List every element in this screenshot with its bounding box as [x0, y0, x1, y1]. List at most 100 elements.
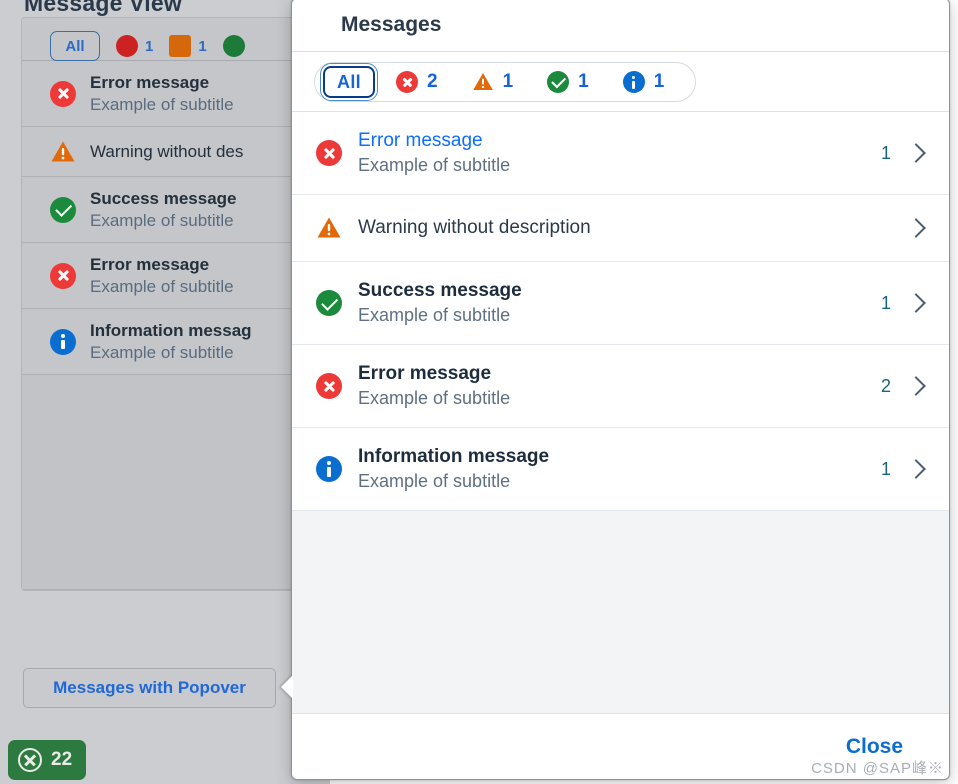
background-filter-success[interactable]: [222, 35, 245, 57]
chevron-right-icon[interactable]: [906, 218, 926, 238]
error-icon: [50, 262, 76, 289]
error-icon: [316, 373, 342, 399]
warning-icon: [472, 71, 494, 93]
background-list-item-title: Error message: [90, 254, 210, 274]
chevron-right-icon[interactable]: [906, 376, 926, 396]
message-list-scroll-area[interactable]: Error message Example of subtitle 1 Warn…: [292, 112, 949, 713]
row-icon-wrap: [316, 290, 358, 316]
message-count: 2: [880, 375, 891, 396]
close-circle-icon: [18, 748, 42, 772]
background-message-view-panel: All 1 1 Error message Example of subtitl…: [21, 17, 316, 591]
message-title[interactable]: Information message: [358, 446, 879, 468]
error-icon: [116, 35, 138, 57]
background-empty-area: [22, 375, 315, 590]
background-list-item-subtitle: Example of subtitle: [90, 276, 234, 296]
message-count: 1: [880, 142, 891, 163]
background-filter-warning-count: 1: [198, 37, 207, 55]
message-count: 1: [880, 292, 891, 313]
warning-icon: [316, 215, 342, 241]
success-icon: [316, 290, 342, 316]
background-list-item-subtitle: Example of subtitle: [90, 342, 234, 362]
popover-header: Messages: [292, 0, 949, 52]
row-texts: Information message Example of subtitle: [358, 446, 879, 492]
background-filter-bar: All 1 1: [22, 18, 315, 61]
background-page: Message View All 1 1 Error message Examp…: [0, 0, 330, 784]
background-list-item-subtitle: Example of subtitle: [90, 210, 234, 230]
chevron-right-icon[interactable]: [906, 143, 926, 163]
message-subtitle: Example of subtitle: [358, 305, 511, 325]
row-icon-wrap: [316, 140, 358, 166]
filter-warning-count: 1: [502, 71, 514, 92]
filter-success-button[interactable]: 1: [530, 63, 606, 101]
warning-icon: [169, 35, 192, 57]
info-icon: [50, 328, 76, 355]
message-title[interactable]: Success message: [358, 280, 879, 302]
row-icon-wrap: [316, 373, 358, 399]
background-list-item[interactable]: Success message Example of subtitle: [22, 177, 315, 243]
row-icon-wrap: [316, 215, 358, 241]
popover-beak-icon: [281, 675, 293, 699]
filter-error-count: 2: [427, 71, 438, 92]
popover-title: Messages: [341, 13, 442, 36]
background-list-item[interactable]: Error message Example of subtitle: [22, 243, 315, 309]
background-list-item-title: Warning without des: [90, 141, 244, 161]
message-list: Error message Example of subtitle 1 Warn…: [292, 112, 949, 511]
message-count: 1: [880, 458, 891, 479]
filter-info-button[interactable]: 1: [605, 63, 682, 101]
success-icon: [222, 35, 245, 57]
error-icon: [50, 80, 76, 107]
row-texts: Error message Example of subtitle: [358, 363, 879, 409]
background-page-title: Message View: [24, 0, 182, 16]
row-texts: Success message Example of subtitle: [358, 280, 879, 326]
info-icon: [622, 71, 645, 93]
popover-filter-zone: All 2 1 1 1: [292, 52, 949, 112]
info-icon: [316, 456, 342, 482]
filter-success-count: 1: [578, 71, 589, 92]
error-icon: [316, 140, 342, 166]
filter-info-count: 1: [653, 71, 665, 92]
table-row[interactable]: Warning without description: [292, 195, 949, 262]
filter-error-button[interactable]: 2: [379, 63, 455, 101]
status-badge[interactable]: 22: [8, 740, 87, 780]
message-title[interactable]: Error message: [358, 363, 879, 385]
messages-with-popover-button[interactable]: Messages with Popover: [23, 668, 276, 708]
message-subtitle: Example of subtitle: [358, 155, 511, 175]
message-title[interactable]: Warning without description: [358, 217, 879, 239]
success-icon: [50, 196, 76, 223]
background-list-item-title: Information messag: [90, 320, 252, 340]
background-message-list: Error message Example of subtitle Warnin…: [22, 61, 315, 590]
table-row[interactable]: Information message Example of subtitle …: [292, 428, 949, 511]
message-list-empty-space: [292, 511, 949, 713]
background-filter-error[interactable]: 1: [116, 35, 153, 57]
watermark: CSDN @SAP峰※: [811, 760, 944, 777]
background-filter-error-count: 1: [145, 37, 154, 55]
message-subtitle: Example of subtitle: [358, 471, 511, 491]
filter-all-label: All: [337, 71, 361, 92]
message-subtitle: Example of subtitle: [358, 388, 511, 408]
background-list-item-title: Success message: [90, 188, 237, 208]
row-texts: Warning without description: [358, 217, 879, 239]
app-screenshot: Message View All 1 1 Error message Examp…: [0, 0, 958, 784]
table-row[interactable]: Error message Example of subtitle 2: [292, 345, 949, 428]
row-icon-wrap: [316, 456, 358, 482]
success-icon: [547, 71, 570, 93]
table-row[interactable]: Success message Example of subtitle 1: [292, 262, 949, 345]
error-icon: [396, 71, 418, 93]
background-list-item-title: Error message: [90, 72, 210, 92]
background-list-item[interactable]: Information messag Example of subtitle: [22, 309, 315, 375]
chevron-right-icon[interactable]: [906, 293, 926, 313]
table-row[interactable]: Error message Example of subtitle 1: [292, 112, 949, 195]
background-list-item[interactable]: Warning without des: [22, 127, 315, 177]
background-list-item[interactable]: Error message Example of subtitle: [22, 61, 315, 127]
background-filter-all[interactable]: All: [50, 31, 100, 61]
message-filter-segmented-control: All 2 1 1 1: [314, 62, 697, 102]
chevron-right-icon[interactable]: [906, 459, 926, 479]
filter-warning-button[interactable]: 1: [454, 63, 531, 101]
message-title[interactable]: Error message: [358, 130, 879, 152]
filter-all-button[interactable]: All: [320, 63, 378, 101]
background-list-item-subtitle: Example of subtitle: [90, 94, 234, 114]
warning-icon: [50, 139, 76, 165]
background-filter-warning[interactable]: 1: [169, 35, 207, 57]
status-badge-label: 22: [51, 749, 73, 770]
messages-popover: Messages All 2 1 1 1 Error message Examp…: [281, 0, 950, 780]
